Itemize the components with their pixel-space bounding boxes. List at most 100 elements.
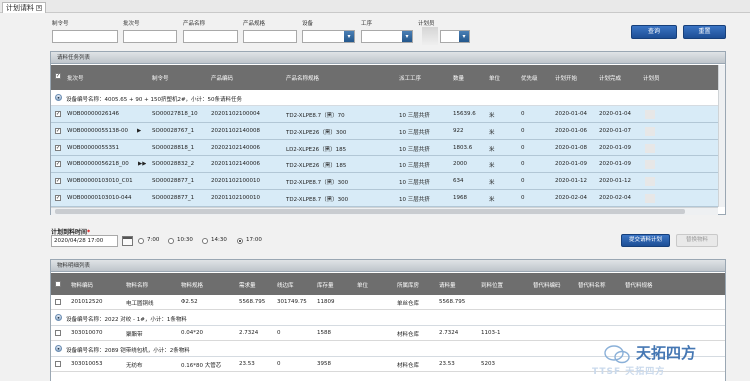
cell-batch: WOB00000103010_C01 xyxy=(67,178,133,185)
row-checkbox[interactable]: ✓ xyxy=(55,144,61,151)
cell-start: 2020-01-09 xyxy=(555,161,587,168)
order-input[interactable] xyxy=(52,30,118,43)
collapse-icon[interactable]: ▾ xyxy=(55,345,62,352)
material-list-title: 物料明细列表 xyxy=(51,260,725,272)
query-button[interactable]: 查询 xyxy=(631,25,677,39)
row-checkbox[interactable] xyxy=(55,330,61,336)
cell-position: 1103-1 xyxy=(481,330,501,336)
batch-input[interactable] xyxy=(123,30,177,43)
row-marker-icon: ▶ xyxy=(137,127,142,134)
cell-unit: 米 xyxy=(489,180,495,187)
table-row[interactable]: ✓ WOB00000103010_C01 SO00028877_1 202011021… xyxy=(51,173,725,190)
table-row[interactable]: 303010070 聚酯带 0.04*20 2.7324 0 1588 材料仓库 2.7324… xyxy=(51,326,725,341)
planner-select[interactable]: ▾ xyxy=(440,30,470,43)
cell-request: 23.53 xyxy=(439,361,455,367)
tab-plan-request[interactable]: 计划请料 × xyxy=(2,2,46,13)
material-table-header: 物料编码 物料名称 物料规格 需求量 线边库 库存量 单位 所属库房 请料量 到… xyxy=(51,273,725,295)
cell-demand: 5568.795 xyxy=(239,299,266,305)
row-checkbox[interactable] xyxy=(55,361,61,367)
filter-label-process: 工序 xyxy=(361,21,373,27)
cell-order: SO00028767_1 xyxy=(152,127,195,134)
cell-unit: 米 xyxy=(489,197,495,203)
select-all-checkbox[interactable]: ✓ xyxy=(55,73,61,79)
table-row[interactable]: ✓ WOB00000026146 SO00027818_10 202011021000… xyxy=(51,106,725,123)
cell-batch: WOB00000026146 xyxy=(67,111,120,117)
collapse-icon[interactable]: ▾ xyxy=(55,314,62,321)
time-radio[interactable] xyxy=(237,238,243,244)
filter-label-planner: 计划员 xyxy=(418,21,435,27)
cell-material-spec: 0.16*80 大管芯 xyxy=(181,363,222,369)
cell-product-code: 20201102140008 xyxy=(211,127,260,134)
row-checkbox[interactable]: ✓ xyxy=(55,178,61,185)
chevron-down-icon[interactable]: ▾ xyxy=(459,31,469,42)
cell-process: 10 三层共挤 xyxy=(399,163,430,170)
task-scroll-thumb[interactable] xyxy=(55,209,685,214)
select-all-material-checkbox[interactable] xyxy=(55,281,61,287)
cell-priority: 0 xyxy=(521,144,525,151)
chevron-down-icon[interactable]: ▾ xyxy=(402,31,412,42)
material-group-label: 设备编号名称：2022 对绞 - 1#，小计：1条物料 xyxy=(66,317,187,323)
material-group-header[interactable]: ▾ 设备编号名称：2022 对绞 - 1#，小计：1条物料 xyxy=(51,310,725,326)
cell-process: 10 三层共挤 xyxy=(399,197,430,203)
time-radio-label: 7:00 xyxy=(147,237,160,243)
col-product-code: 产品编码 xyxy=(211,76,234,82)
product-spec-input[interactable] xyxy=(243,30,297,43)
submit-plan-button[interactable]: 提交请料计划 xyxy=(621,234,670,247)
chevron-down-icon[interactable]: ▾ xyxy=(344,31,354,42)
tab-bar: 计划请料 × xyxy=(0,0,750,13)
cell-material-code: 303010053 xyxy=(71,361,103,367)
cell-finish: 2020-01-12 xyxy=(599,178,631,185)
time-radio[interactable] xyxy=(168,238,174,244)
cell-start: 2020-01-12 xyxy=(555,178,587,185)
cell-material-code: 303010070 xyxy=(71,330,103,336)
close-icon[interactable]: × xyxy=(36,5,42,11)
task-list-panel: 请料任务列表 ✓ 批次号 制令号 产品编码 产品名称规格 派工工序 数量 单位 … xyxy=(50,51,726,215)
cell-qty: 15639.6 xyxy=(453,111,476,117)
col-order: 制令号 xyxy=(152,76,169,82)
row-checkbox[interactable] xyxy=(55,299,61,305)
table-row[interactable]: 201012520 电工圆铜线 Φ2.52 5568.795 301749.75 1180… xyxy=(51,295,725,310)
task-group-header[interactable]: ▾ 设备编号名称：4005.65 + 90 + 150挤塑机2#，小计：50条请… xyxy=(51,90,725,106)
collapse-icon[interactable]: ▾ xyxy=(55,94,62,101)
time-radio[interactable] xyxy=(202,238,208,244)
cell-start: 2020-01-08 xyxy=(555,144,587,151)
replace-material-button[interactable]: 替换物料 xyxy=(676,234,718,247)
filter-label-order: 制令号 xyxy=(52,21,69,27)
cell-process: 10 三层共挤 xyxy=(399,129,430,136)
col-line-stock: 线边库 xyxy=(277,283,294,289)
product-name-input[interactable] xyxy=(183,30,238,43)
row-checkbox[interactable]: ✓ xyxy=(55,111,61,117)
col-stock: 库存量 xyxy=(317,283,334,289)
process-select[interactable]: ▾ xyxy=(361,30,413,43)
table-row[interactable]: ✓ WOB00000055138-00 SO00028767_1 2020110214… xyxy=(51,122,725,140)
col-finish: 计划完成 xyxy=(599,76,622,82)
col-priority: 优先级 xyxy=(521,76,538,82)
task-vertical-scrollbar[interactable] xyxy=(718,65,725,207)
task-group-label: 设备编号名称：4005.65 + 90 + 150挤塑机2#，小计：50条请料任… xyxy=(66,97,243,103)
reset-button[interactable]: 重置 xyxy=(683,25,726,39)
task-list-title: 请料任务列表 xyxy=(51,52,725,64)
row-checkbox[interactable]: ✓ xyxy=(55,161,61,168)
calendar-icon[interactable] xyxy=(122,236,133,246)
filter-label-product-name: 产品名称 xyxy=(183,21,206,27)
cell-process: 10 三层共挤 xyxy=(399,113,430,119)
row-checkbox[interactable]: ✓ xyxy=(55,127,61,134)
equipment-select[interactable]: ▾ xyxy=(302,30,355,43)
cell-qty: 1803.6 xyxy=(453,144,473,151)
cell-product-spec: LD2-XLPE26（黑）185 xyxy=(286,146,347,153)
table-row[interactable]: ✓ WOB00000103010-044 SO00028877_1 202011021… xyxy=(51,190,725,207)
plan-date-input[interactable]: 2020/04/28 17:00 xyxy=(51,235,118,247)
table-row[interactable]: ✓ WOB00000055351 SO00028818_1 2020210214000… xyxy=(51,139,725,157)
planner-redacted xyxy=(645,143,655,153)
cell-product-spec: TD2-XLPE26（黑）300 xyxy=(286,129,347,136)
cell-warehouse: 材料仓库 xyxy=(397,363,420,369)
task-horizontal-scrollbar[interactable] xyxy=(51,207,718,215)
col-qty: 数量 xyxy=(453,76,465,82)
cell-warehouse: 材料仓库 xyxy=(397,332,420,338)
time-radio[interactable] xyxy=(138,238,144,244)
time-radio-label: 14:30 xyxy=(211,237,227,243)
table-row[interactable]: ✓ WOB00000056218_00 SO00028832_2 2020110214… xyxy=(51,156,725,174)
task-table-header: ✓ 批次号 制令号 产品编码 产品名称规格 派工工序 数量 单位 优先级 计划开… xyxy=(51,65,725,90)
cell-stock: 1588 xyxy=(317,330,331,336)
row-checkbox[interactable]: ✓ xyxy=(55,195,61,201)
